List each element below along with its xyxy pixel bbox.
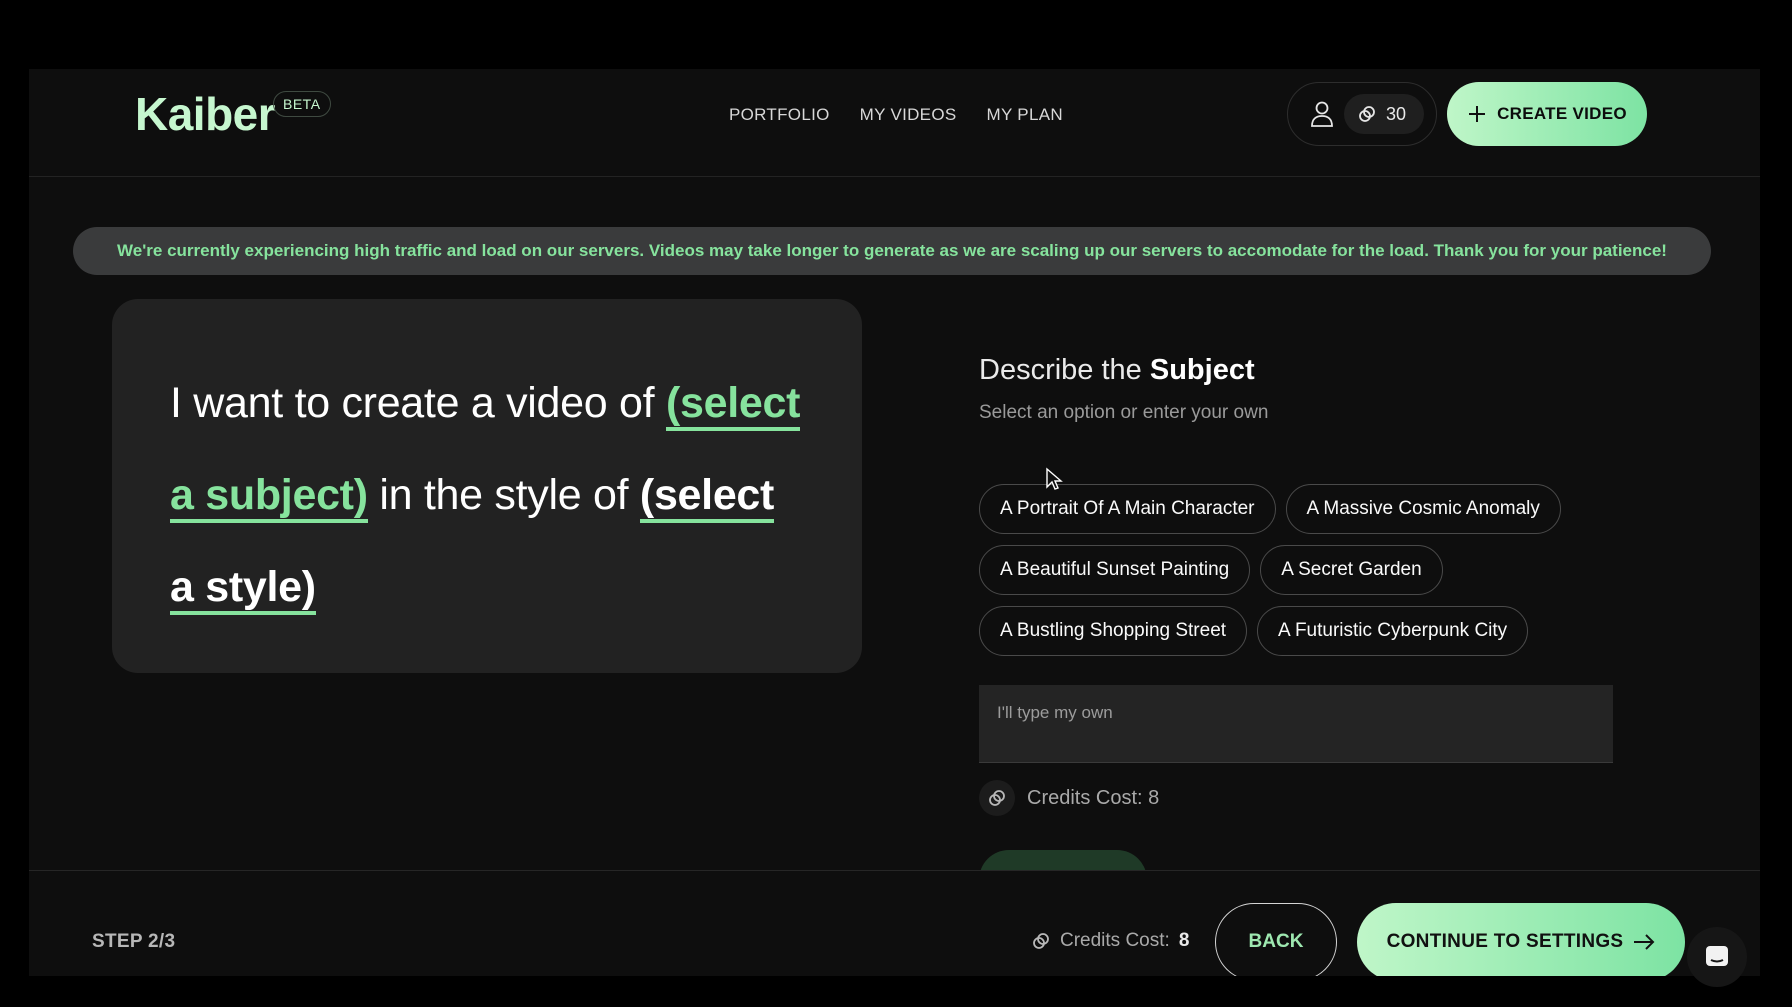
option-chip[interactable]: A Portrait Of A Main Character xyxy=(979,484,1276,534)
question-title-bold: Subject xyxy=(1149,354,1255,386)
chat-icon xyxy=(1706,946,1728,966)
question-title: Describe the Subject xyxy=(979,354,1619,387)
coin-link-icon xyxy=(979,780,1015,816)
credits-balance[interactable]: 30 xyxy=(1344,94,1424,134)
coin-link-icon xyxy=(1359,106,1375,122)
credits-cost-footer-value: 8 xyxy=(1178,930,1190,951)
option-chip[interactable]: A Beautiful Sunset Painting xyxy=(979,545,1251,595)
nav-my-plan[interactable]: MY PLAN xyxy=(986,105,1062,125)
nav-my-videos[interactable]: MY VIDEOS xyxy=(860,105,957,125)
credits-cost-footer-label: Credits Cost: xyxy=(1060,930,1170,951)
option-chip[interactable]: A Bustling Shopping Street xyxy=(979,606,1248,656)
option-chip[interactable]: A Secret Garden xyxy=(1260,545,1443,595)
option-chip[interactable]: A Futuristic Cyberpunk City xyxy=(1257,606,1529,656)
wizard-footer: STEP 2/3 Credits Cost: 8 BACK CONTINUE T… xyxy=(29,870,1760,976)
account-pill: 30 xyxy=(1287,82,1437,146)
subject-options: A Portrait Of A Main Character A Massive… xyxy=(979,484,1619,667)
question-subtitle: Select an option or enter your own xyxy=(979,402,1269,423)
step-indicator: STEP 2/3 xyxy=(92,931,176,952)
nav-portfolio[interactable]: PORTFOLIO xyxy=(729,105,830,125)
traffic-banner: We're currently experiencing high traffi… xyxy=(73,227,1711,275)
prompt-sentence: I want to create a video of (select a su… xyxy=(170,357,806,633)
traffic-banner-text: We're currently experiencing high traffi… xyxy=(117,241,1667,260)
mouse-cursor-icon xyxy=(1046,467,1063,490)
chat-support-button[interactable] xyxy=(1687,927,1747,987)
option-chip[interactable]: A Massive Cosmic Anomaly xyxy=(1285,484,1561,534)
credits-cost-inline-text: Credits Cost: 8 xyxy=(1027,786,1160,809)
beta-badge: BETA xyxy=(273,91,331,117)
create-video-label: CREATE VIDEO xyxy=(1497,104,1627,123)
plus-icon xyxy=(1469,106,1486,122)
credits-cost-footer: Credits Cost: 8 xyxy=(1031,930,1189,952)
top-header: Kaiber BETA PORTFOLIO MY VIDEOS MY PLAN … xyxy=(29,69,1760,177)
coin-link-icon xyxy=(1033,933,1049,949)
continue-label: CONTINUE TO SETTINGS xyxy=(1386,931,1624,952)
prompt-middle: in the style of xyxy=(379,471,629,519)
subject-panel: Describe the Subject Select an option or… xyxy=(979,354,1619,890)
continue-to-settings-button[interactable]: CONTINUE TO SETTINGS xyxy=(1357,903,1685,976)
back-button[interactable]: BACK xyxy=(1215,903,1337,976)
credits-balance-value: 30 xyxy=(1386,103,1407,124)
options-row: A Portrait Of A Main Character A Massive… xyxy=(979,484,1619,534)
options-row: A Beautiful Sunset Painting A Secret Gar… xyxy=(979,545,1619,595)
custom-subject-input[interactable] xyxy=(979,685,1613,763)
arrow-right-icon xyxy=(1634,934,1655,950)
kaiber-logo[interactable]: Kaiber xyxy=(135,87,276,141)
question-title-prefix: Describe the xyxy=(979,354,1142,386)
prompt-card: I want to create a video of (select a su… xyxy=(112,299,862,673)
prompt-prefix: I want to create a video of xyxy=(170,379,655,427)
main-nav: PORTFOLIO MY VIDEOS MY PLAN xyxy=(729,105,1063,125)
app-window: Kaiber BETA PORTFOLIO MY VIDEOS MY PLAN … xyxy=(29,69,1760,976)
credits-cost-inline: Credits Cost: 8 xyxy=(979,780,1159,816)
user-icon[interactable] xyxy=(1310,100,1334,128)
create-video-button[interactable]: CREATE VIDEO xyxy=(1447,82,1647,146)
options-row: A Bustling Shopping Street A Futuristic … xyxy=(979,606,1619,656)
